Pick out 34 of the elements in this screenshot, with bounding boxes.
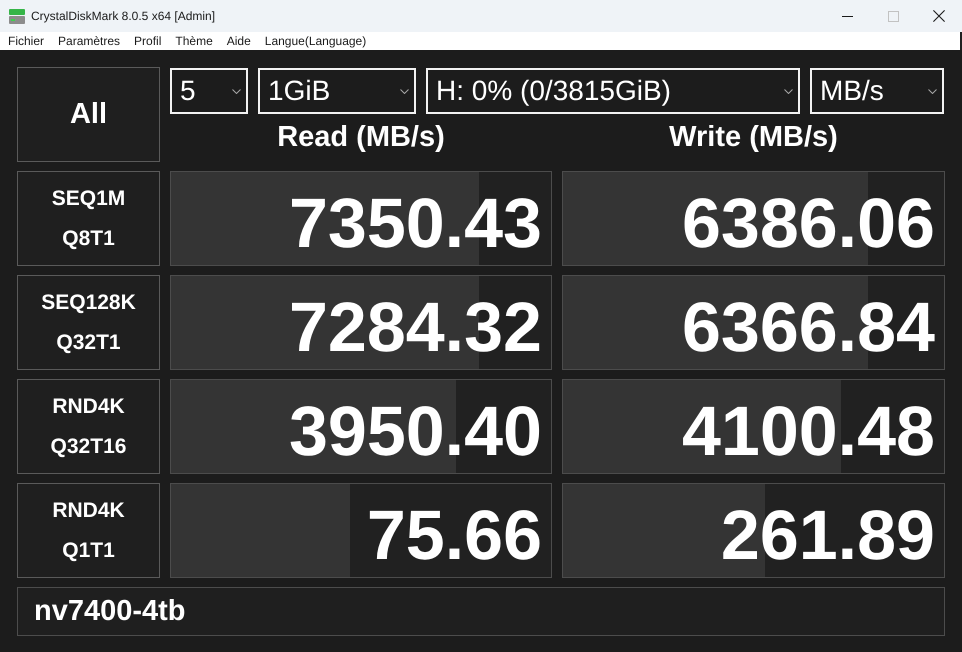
result-value: 7284.32 — [288, 286, 542, 362]
test-button[interactable]: SEQ128K Q32T1 — [17, 275, 160, 370]
chevron-down-icon — [928, 88, 937, 94]
menu-item[interactable]: Thème — [168, 33, 220, 49]
maximize-icon — [888, 10, 898, 22]
close-icon — [933, 10, 945, 22]
window-title: CrystalDiskMark 8.0.5 x64 [Admin] — [31, 8, 216, 25]
result-value: 261.89 — [720, 494, 935, 570]
comment-field[interactable]: nv7400-4tb — [17, 587, 945, 636]
dropdown[interactable]: H: 0% (0/3815GiB) — [426, 68, 800, 114]
menu-item[interactable]: Aide — [220, 33, 258, 49]
result-value: 3950.40 — [288, 390, 542, 466]
result-value: 6366.84 — [682, 286, 935, 362]
test-button[interactable]: RND4K Q1T1 — [17, 483, 160, 578]
result-value: 6386.06 — [682, 182, 935, 258]
chevron-down-icon — [784, 88, 793, 94]
disk-drive-icon — [9, 8, 25, 24]
chevron-down-icon — [232, 88, 241, 94]
dropdown[interactable]: 5 — [170, 68, 248, 114]
result-value: 75.66 — [366, 494, 542, 570]
test-button[interactable]: SEQ1M Q8T1 — [17, 171, 160, 266]
menu-item[interactable]: Langue(Language) — [258, 33, 374, 49]
all-button[interactable]: All — [17, 67, 160, 162]
chevron-down-icon — [400, 88, 409, 94]
menu-item[interactable]: Fichier — [1, 33, 52, 49]
test-button[interactable]: RND4K Q32T16 — [17, 379, 160, 474]
result-value: 7350.43 — [288, 182, 542, 258]
column-header: Write (MB/s) — [669, 120, 838, 156]
menu-item[interactable]: Profil — [127, 33, 168, 49]
dropdown[interactable]: MB/s — [810, 68, 944, 114]
menu-item[interactable]: Paramètres — [51, 33, 128, 49]
dropdown[interactable]: 1GiB — [258, 68, 416, 114]
result-value: 4100.48 — [682, 390, 935, 466]
column-header: Read (MB/s) — [277, 120, 445, 156]
